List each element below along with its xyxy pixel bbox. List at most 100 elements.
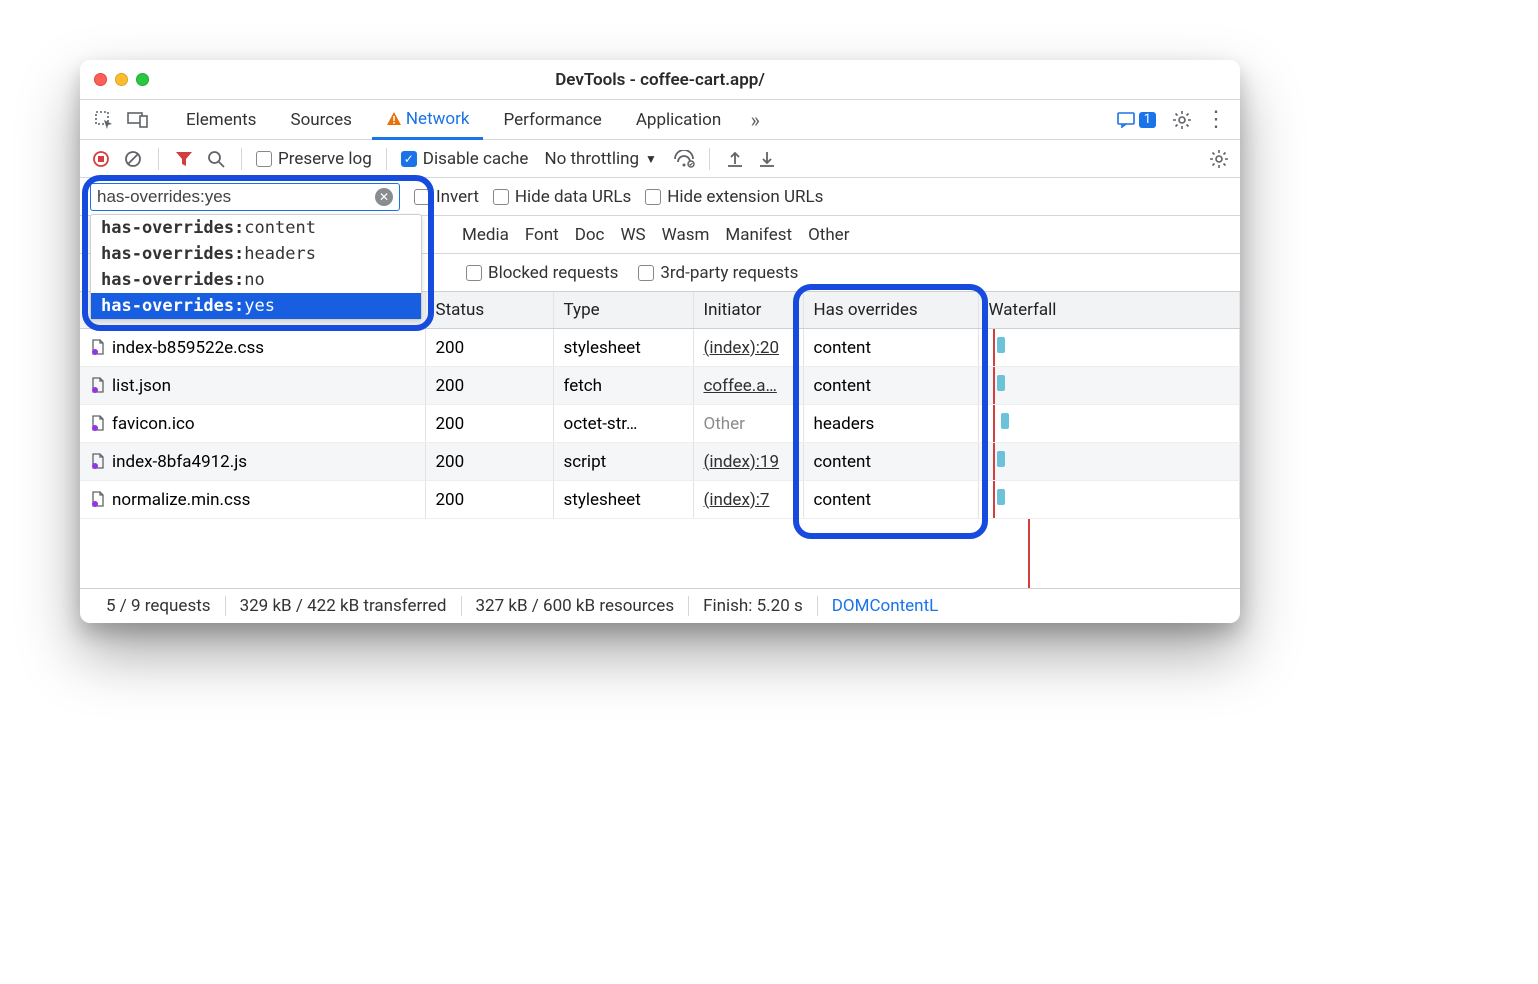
cell-initiator[interactable]: (index):7	[693, 481, 803, 519]
status-requests: 5 / 9 requests	[92, 596, 226, 616]
tab-performance[interactable]: Performance	[489, 100, 615, 139]
cell-name: favicon.ico	[80, 405, 425, 443]
table-row[interactable]: favicon.ico200octet-str…Otherheaders	[80, 405, 1240, 443]
download-har-icon[interactable]	[756, 148, 778, 170]
message-icon	[1117, 112, 1135, 128]
cell-has-overrides: content	[803, 367, 978, 405]
type-chip[interactable]: Doc	[575, 225, 605, 245]
cell-initiator[interactable]: (index):19	[693, 443, 803, 481]
tab-label: Sources	[290, 110, 351, 130]
status-bar: 5 / 9 requests 329 kB / 422 kB transferr…	[80, 589, 1240, 623]
type-chip[interactable]: Wasm	[662, 225, 710, 245]
checkbox-label: Invert	[436, 187, 479, 207]
cell-has-overrides: content	[803, 443, 978, 481]
autocomplete-option[interactable]: has-overrides:content	[91, 215, 421, 241]
status-domcontentloaded: DOMContentL	[818, 596, 939, 616]
type-chip[interactable]: WS	[620, 225, 645, 245]
cell-status: 200	[425, 329, 553, 367]
cell-has-overrides: content	[803, 481, 978, 519]
blocked-requests-checkbox[interactable]: Blocked requests	[466, 263, 618, 283]
issue-count: 1	[1139, 112, 1156, 128]
status-finish: Finish: 5.20 s	[689, 596, 818, 616]
tab-label: Application	[636, 110, 721, 130]
filter-toggle-icon[interactable]	[173, 148, 195, 170]
device-toolbar-icon[interactable]	[124, 106, 152, 134]
autocomplete-option[interactable]: has-overrides:headers	[91, 241, 421, 267]
tab-label: Elements	[186, 110, 256, 130]
search-icon[interactable]	[205, 148, 227, 170]
network-settings-icon[interactable]	[1208, 148, 1230, 170]
console-issues-badge[interactable]: 1	[1111, 112, 1162, 128]
checkbox-icon	[401, 151, 417, 167]
file-override-icon	[90, 377, 106, 393]
kebab-menu-icon[interactable]: ⋮	[1202, 106, 1230, 134]
table-row[interactable]: list.json200fetchcoffee.a…content	[80, 367, 1240, 405]
hide-data-urls-checkbox[interactable]: Hide data URLs	[493, 187, 631, 207]
checkbox-label: Preserve log	[278, 149, 372, 169]
column-header-type[interactable]: Type	[553, 292, 693, 329]
tab-label: Performance	[503, 110, 601, 130]
checkbox-label: 3rd-party requests	[660, 263, 798, 283]
cell-waterfall	[978, 367, 1240, 405]
tab-network[interactable]: Network	[372, 101, 484, 140]
throttling-select[interactable]: No throttling ▼	[538, 149, 662, 169]
table-empty-space	[80, 519, 1240, 589]
cell-initiator[interactable]: coffee.a…	[693, 367, 803, 405]
upload-har-icon[interactable]	[724, 148, 746, 170]
clear-button[interactable]	[122, 148, 144, 170]
third-party-requests-checkbox[interactable]: 3rd-party requests	[638, 263, 798, 283]
cell-waterfall	[978, 405, 1240, 443]
clear-filter-icon[interactable]: ✕	[375, 188, 393, 206]
checkbox-icon	[414, 189, 430, 205]
cell-has-overrides: headers	[803, 405, 978, 443]
filter-input[interactable]	[97, 187, 375, 207]
disable-cache-checkbox[interactable]: Disable cache	[401, 149, 529, 169]
cell-name: index-b859522e.css	[80, 329, 425, 367]
settings-icon[interactable]	[1168, 106, 1196, 134]
type-chip[interactable]: Media	[462, 225, 509, 245]
column-header-has-overrides[interactable]: Has overrides	[803, 292, 978, 329]
devtools-window: DevTools - coffee-cart.app/ Elements Sou…	[80, 60, 1240, 623]
filter-bar: ✕ Invert Hide data URLs Hide extension U…	[80, 178, 1240, 216]
network-table: Name Status Type Initiator Has overrides…	[80, 292, 1240, 519]
checkbox-icon	[645, 189, 661, 205]
type-chip[interactable]: Font	[525, 225, 559, 245]
autocomplete-option[interactable]: has-overrides:yes	[91, 293, 421, 319]
network-conditions-icon[interactable]	[673, 148, 695, 170]
table-row[interactable]: index-b859522e.css200stylesheet(index):2…	[80, 329, 1240, 367]
status-resources: 327 kB / 600 kB resources	[462, 596, 690, 616]
network-toolbar: Preserve log Disable cache No throttling…	[80, 140, 1240, 178]
cell-type: octet-str…	[553, 405, 693, 443]
column-header-initiator[interactable]: Initiator	[693, 292, 803, 329]
table-row[interactable]: index-8bfa4912.js200script(index):19cont…	[80, 443, 1240, 481]
checkbox-label: Hide extension URLs	[667, 187, 823, 207]
tab-elements[interactable]: Elements	[172, 100, 270, 139]
type-chip[interactable]: Manifest	[725, 225, 792, 245]
hide-extension-urls-checkbox[interactable]: Hide extension URLs	[645, 187, 823, 207]
column-header-status[interactable]: Status	[425, 292, 553, 329]
tab-application[interactable]: Application	[622, 100, 735, 139]
tab-sources[interactable]: Sources	[276, 100, 365, 139]
cell-status: 200	[425, 481, 553, 519]
status-transferred: 329 kB / 422 kB transferred	[226, 596, 462, 616]
cell-type: script	[553, 443, 693, 481]
warning-icon	[386, 111, 402, 127]
chevron-down-icon: ▼	[645, 152, 657, 166]
checkbox-icon	[638, 265, 654, 281]
autocomplete-option[interactable]: has-overrides:no	[91, 267, 421, 293]
more-tabs-icon[interactable]: »	[741, 106, 769, 134]
filter-input-container: ✕	[90, 183, 400, 211]
preserve-log-checkbox[interactable]: Preserve log	[256, 149, 372, 169]
cell-waterfall	[978, 329, 1240, 367]
cell-status: 200	[425, 405, 553, 443]
invert-checkbox[interactable]: Invert	[414, 187, 479, 207]
type-chip[interactable]: Other	[808, 225, 849, 245]
cell-waterfall	[978, 481, 1240, 519]
record-button[interactable]	[90, 148, 112, 170]
cell-initiator: Other	[693, 405, 803, 443]
column-header-waterfall[interactable]: Waterfall	[978, 292, 1240, 329]
cell-has-overrides: content	[803, 329, 978, 367]
cell-initiator[interactable]: (index):20	[693, 329, 803, 367]
table-row[interactable]: normalize.min.css200stylesheet(index):7c…	[80, 481, 1240, 519]
inspect-element-icon[interactable]	[90, 106, 118, 134]
